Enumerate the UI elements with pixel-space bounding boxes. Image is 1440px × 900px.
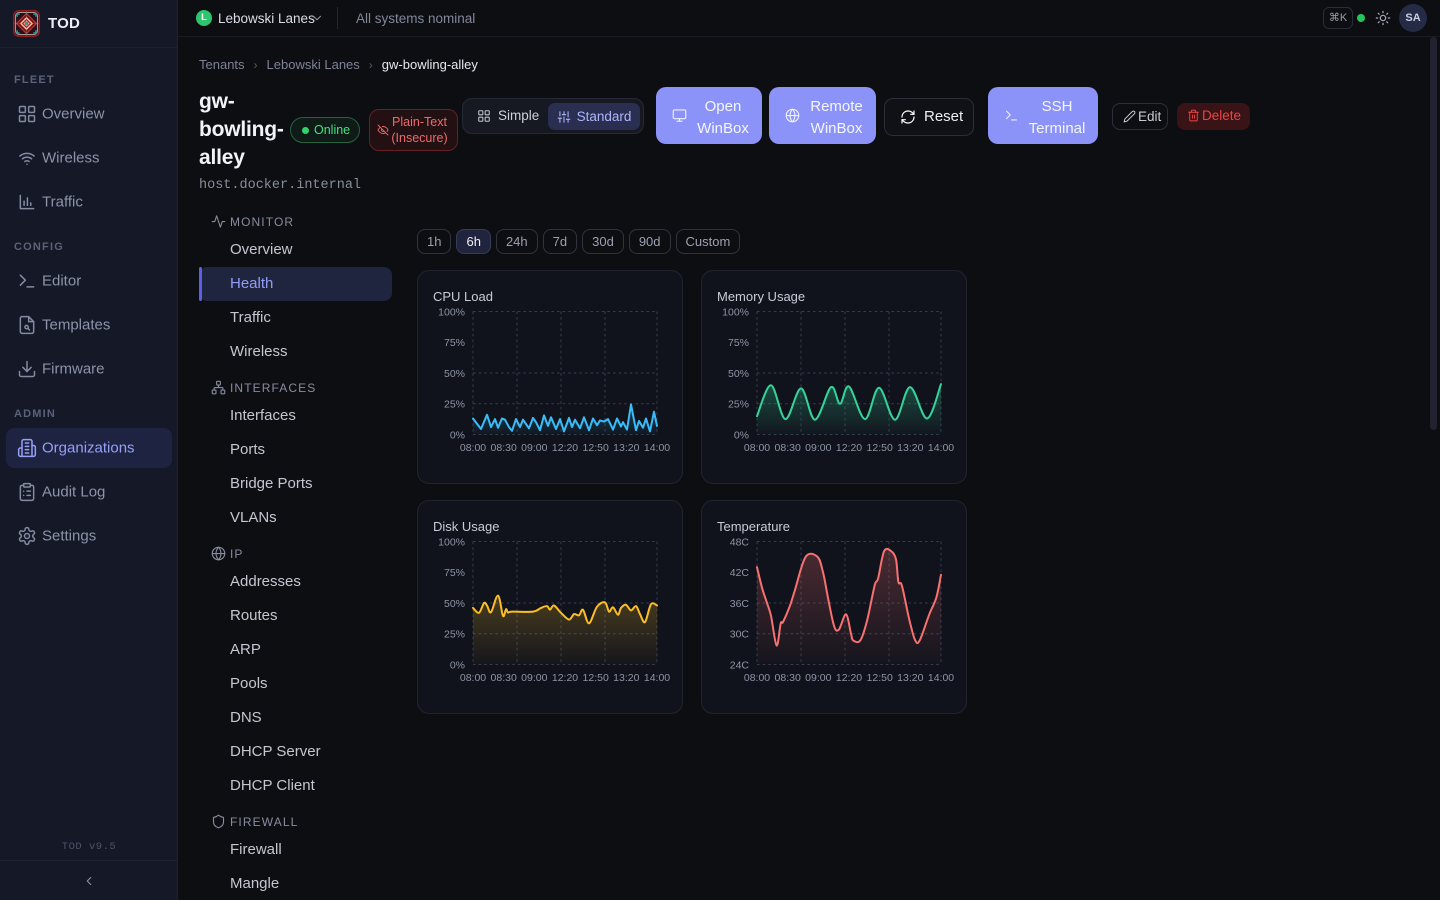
svg-text:75%: 75% — [444, 337, 465, 349]
svg-text:100%: 100% — [438, 306, 465, 318]
svg-text:14:00: 14:00 — [644, 672, 670, 684]
svg-text:25%: 25% — [444, 399, 465, 411]
svg-text:08:00: 08:00 — [460, 442, 486, 454]
svg-text:09:00: 09:00 — [521, 672, 547, 684]
svg-text:24C: 24C — [730, 659, 750, 671]
svg-text:09:00: 09:00 — [805, 672, 831, 684]
svg-text:08:00: 08:00 — [744, 442, 770, 454]
svg-text:08:30: 08:30 — [491, 442, 517, 454]
svg-text:100%: 100% — [722, 306, 749, 318]
svg-text:13:20: 13:20 — [613, 442, 639, 454]
svg-text:50%: 50% — [444, 598, 465, 610]
svg-text:13:20: 13:20 — [613, 672, 639, 684]
svg-text:100%: 100% — [438, 536, 465, 548]
svg-text:08:30: 08:30 — [775, 672, 801, 684]
svg-text:0%: 0% — [450, 429, 465, 441]
svg-text:14:00: 14:00 — [644, 442, 670, 454]
svg-text:13:20: 13:20 — [897, 672, 923, 684]
svg-text:12:20: 12:20 — [836, 442, 862, 454]
svg-text:75%: 75% — [728, 337, 749, 349]
svg-text:Memory Usage: Memory Usage — [717, 289, 805, 304]
svg-text:12:50: 12:50 — [583, 672, 609, 684]
svg-text:12:20: 12:20 — [552, 442, 578, 454]
svg-text:14:00: 14:00 — [928, 672, 954, 684]
svg-text:09:00: 09:00 — [805, 442, 831, 454]
svg-text:25%: 25% — [728, 399, 749, 411]
svg-text:08:00: 08:00 — [744, 672, 770, 684]
svg-text:14:00: 14:00 — [928, 442, 954, 454]
svg-text:50%: 50% — [728, 368, 749, 380]
svg-text:08:00: 08:00 — [460, 672, 486, 684]
svg-text:12:50: 12:50 — [583, 442, 609, 454]
svg-text:CPU Load: CPU Load — [433, 289, 493, 304]
svg-text:08:30: 08:30 — [491, 672, 517, 684]
svg-text:0%: 0% — [450, 659, 465, 671]
svg-text:42C: 42C — [730, 567, 750, 579]
svg-text:25%: 25% — [444, 629, 465, 641]
svg-text:08:30: 08:30 — [775, 442, 801, 454]
svg-text:30C: 30C — [730, 629, 750, 641]
svg-text:12:50: 12:50 — [867, 672, 893, 684]
svg-text:12:20: 12:20 — [836, 672, 862, 684]
svg-text:13:20: 13:20 — [897, 442, 923, 454]
svg-text:Temperature: Temperature — [717, 519, 790, 534]
svg-text:12:20: 12:20 — [552, 672, 578, 684]
svg-text:09:00: 09:00 — [521, 442, 547, 454]
svg-text:48C: 48C — [730, 536, 750, 548]
svg-text:50%: 50% — [444, 368, 465, 380]
svg-text:Disk Usage: Disk Usage — [433, 519, 499, 534]
svg-text:0%: 0% — [734, 429, 749, 441]
svg-text:36C: 36C — [730, 598, 750, 610]
svg-text:12:50: 12:50 — [867, 442, 893, 454]
svg-text:75%: 75% — [444, 567, 465, 579]
